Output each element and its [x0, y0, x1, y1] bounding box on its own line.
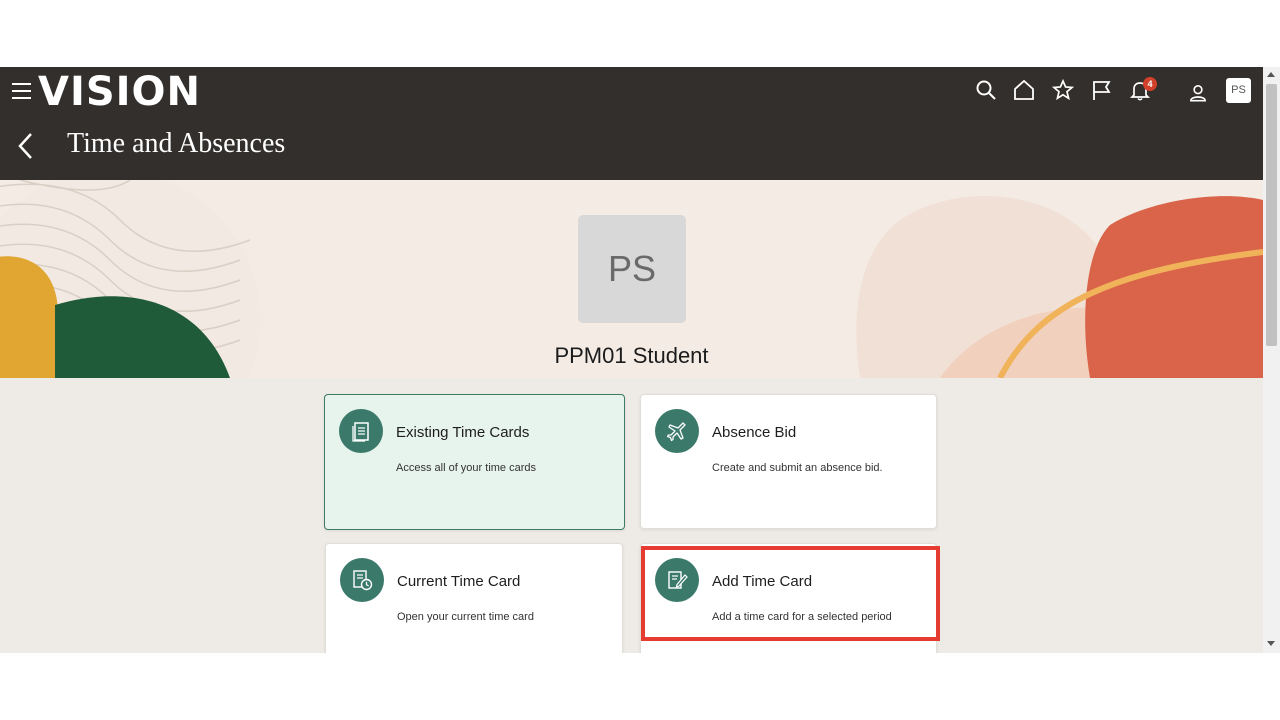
tile-title: Add Time Card: [712, 573, 813, 590]
vision-logo[interactable]: VISION: [38, 69, 201, 115]
tile-title: Absence Bid: [712, 424, 797, 441]
user-avatar[interactable]: PS: [1226, 78, 1251, 103]
tile-description: Create and submit an absence bid.: [712, 462, 883, 474]
favorites-star-icon[interactable]: [1052, 79, 1074, 101]
airplane-icon: [655, 409, 699, 453]
tile-title: Current Time Card: [397, 573, 521, 590]
scrollbar-thumb[interactable]: [1266, 84, 1277, 346]
person-name: PPM01 Student: [554, 343, 709, 368]
search-icon[interactable]: [975, 79, 997, 101]
user-icon[interactable]: [1187, 82, 1209, 104]
tile-title: Existing Time Cards: [396, 424, 530, 441]
page-title: Time and Absences: [67, 128, 286, 159]
profile-banner: PS PPM01 Student: [0, 180, 1263, 378]
watchlist-flag-icon[interactable]: [1091, 79, 1113, 101]
tiles-area: Existing Time Cards Access all of your t…: [0, 378, 1263, 653]
notification-count-badge: 4: [1143, 77, 1157, 91]
tile-description: Open your current time card: [397, 611, 534, 623]
menu-icon[interactable]: [12, 83, 31, 99]
tile-description: Access all of your time cards: [396, 462, 536, 474]
home-icon[interactable]: [1013, 79, 1035, 101]
current-time-card-tile[interactable]: Current Time Card Open your current time…: [325, 543, 623, 653]
document-list-icon: [339, 409, 383, 453]
scroll-up-arrow-icon[interactable]: [1267, 72, 1275, 77]
absence-bid-tile[interactable]: Absence Bid Create and submit an absence…: [640, 394, 937, 529]
add-time-card-tile[interactable]: Add Time Card Add a time card for a sele…: [640, 543, 937, 653]
tile-description: Add a time card for a selected period: [712, 611, 892, 623]
back-arrow-icon[interactable]: [16, 131, 36, 161]
profile-avatar: PS: [578, 215, 686, 323]
vertical-scrollbar[interactable]: [1263, 67, 1280, 653]
timecard-edit-icon: [655, 558, 699, 602]
existing-time-cards-tile[interactable]: Existing Time Cards Access all of your t…: [324, 394, 625, 530]
global-header: VISION 4 PS Time and Absences: [0, 67, 1263, 180]
scroll-down-arrow-icon[interactable]: [1267, 641, 1275, 646]
timecard-clock-icon: [340, 558, 384, 602]
app-window: VISION 4 PS Time and Absences PS PPM01 S…: [0, 67, 1263, 653]
